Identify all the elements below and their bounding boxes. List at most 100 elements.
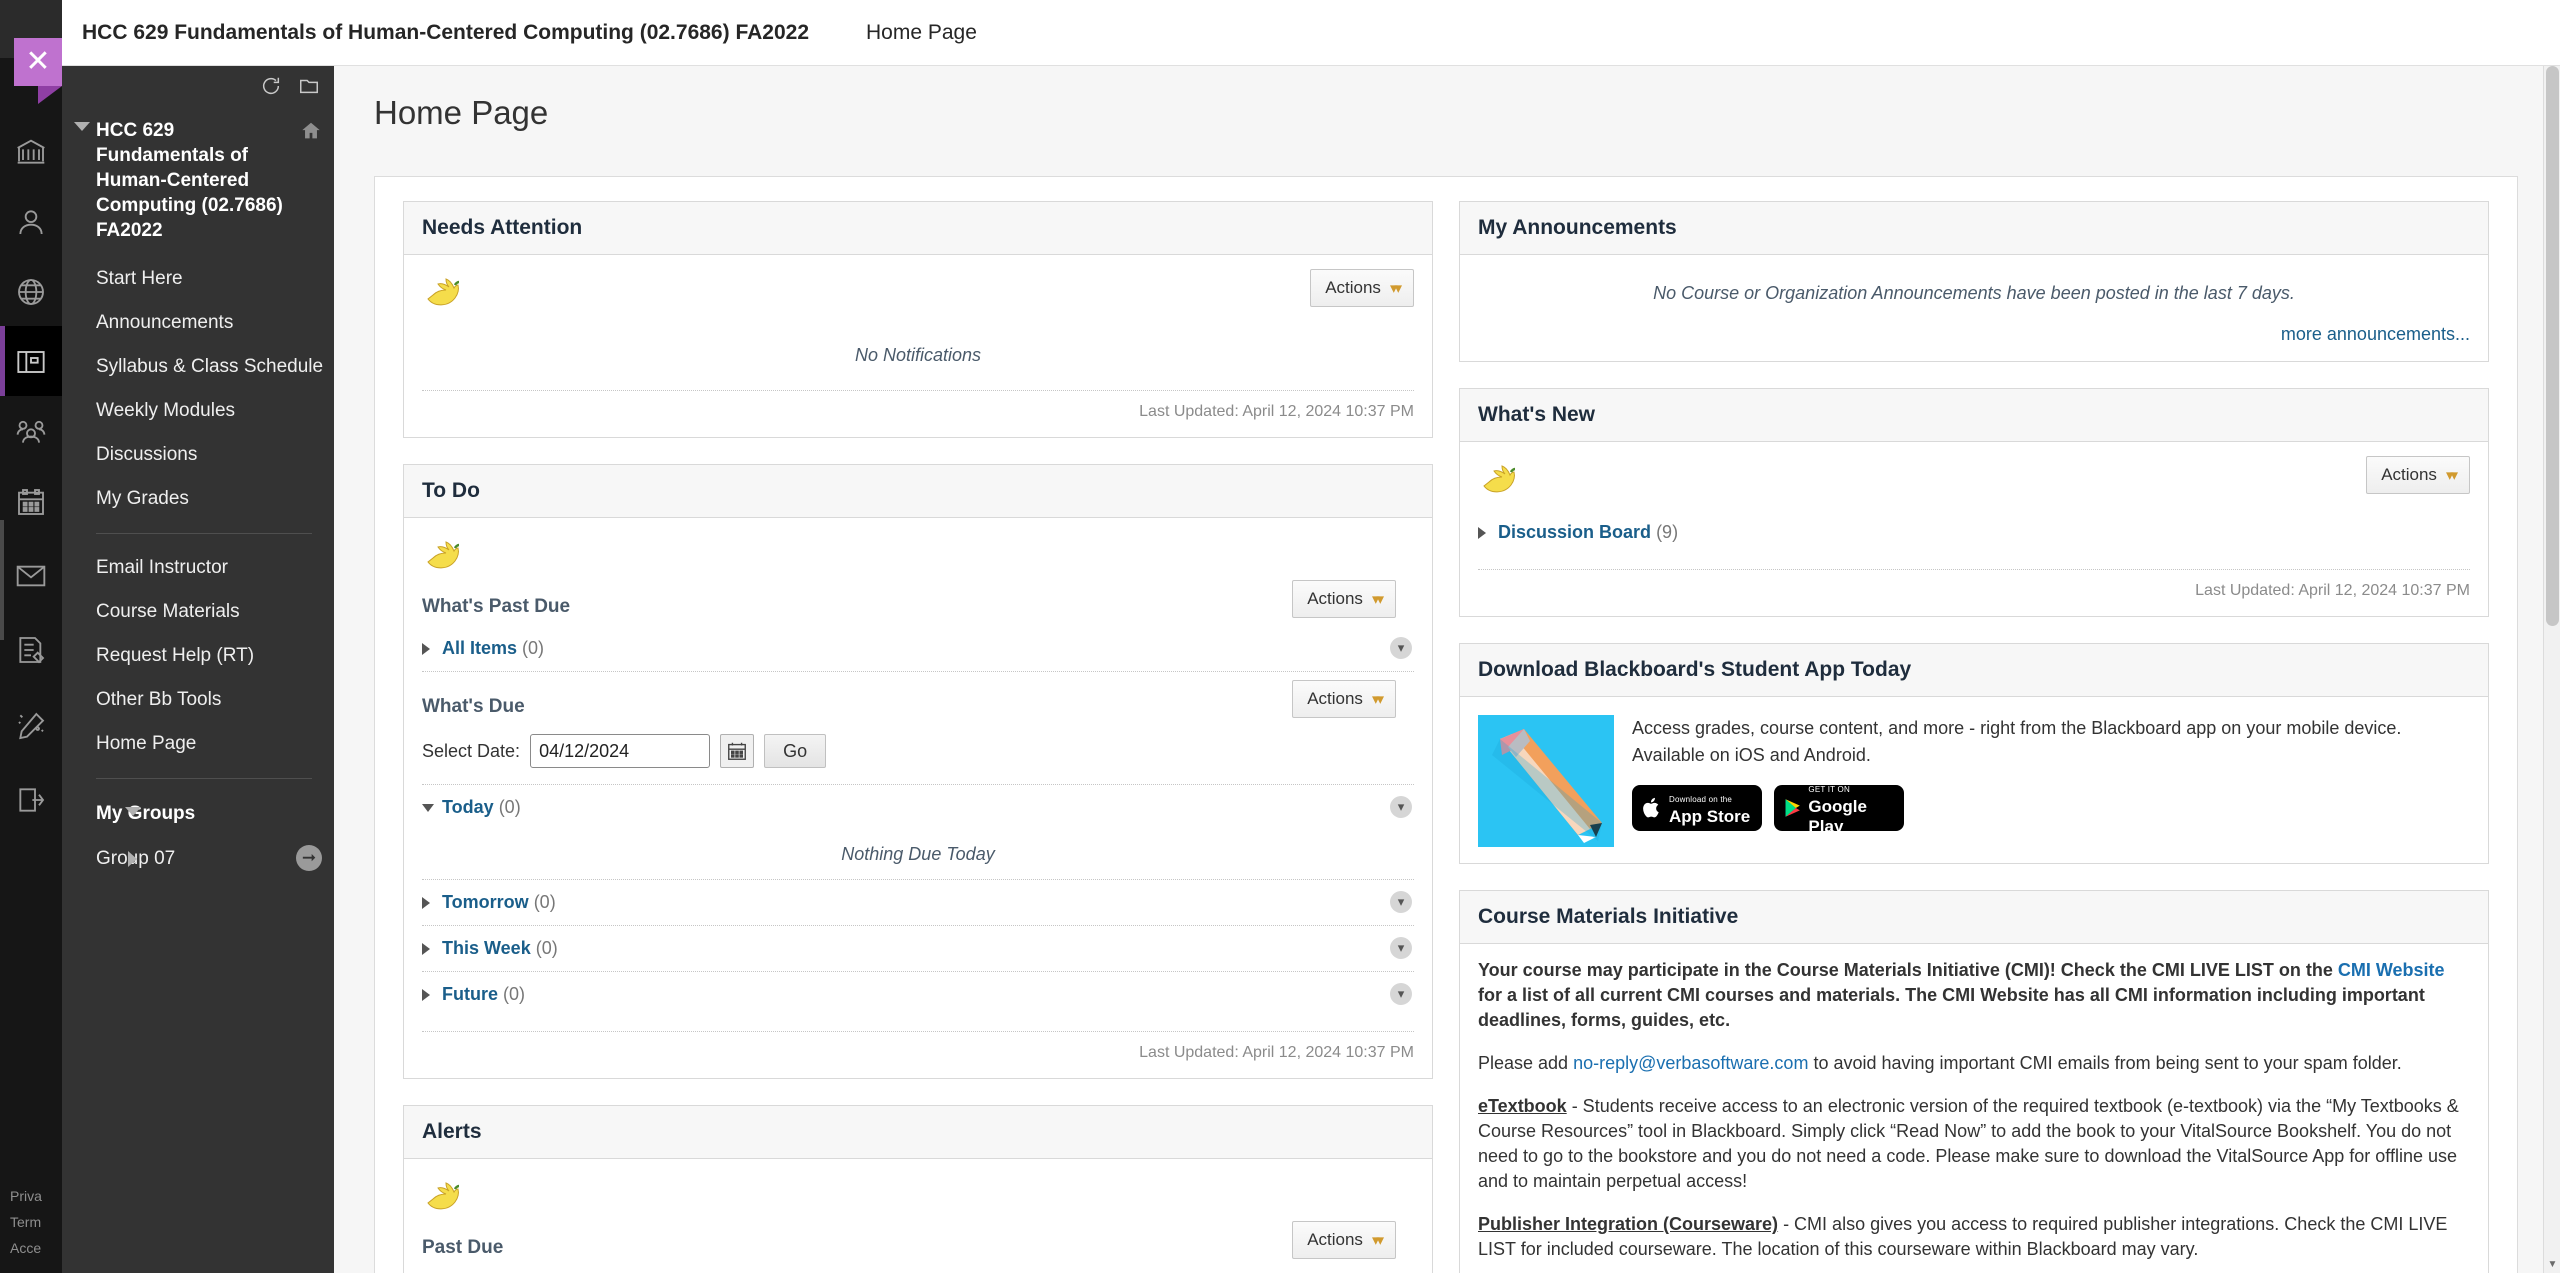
- chevron-right-icon[interactable]: [422, 643, 430, 655]
- collapse-icon[interactable]: ▾: [1390, 637, 1412, 659]
- chevron-down-icon[interactable]: [125, 807, 141, 816]
- group-go-icon[interactable]: ➞: [296, 845, 322, 871]
- banana-loading-icon: [422, 1179, 462, 1213]
- sidebar-item-organizations[interactable]: [0, 396, 62, 466]
- sidebar-item-group-07[interactable]: Group 07: [62, 837, 334, 881]
- chevron-right-icon[interactable]: [128, 851, 137, 867]
- module-needs-attention: Needs Attention Actions ▾▾ No Notificati…: [403, 201, 1433, 438]
- tree-row-tomorrow[interactable]: Tomorrow (0) ▾: [422, 879, 1414, 925]
- sidebar-item-discussions[interactable]: Discussions: [62, 433, 334, 477]
- sidebar-item-tools[interactable]: [0, 690, 62, 760]
- chevron-down-icon[interactable]: [422, 804, 434, 812]
- module-course-materials-initiative: Course Materials Initiative Your course …: [1459, 890, 2489, 1273]
- sidebar-item-grades[interactable]: [0, 614, 62, 684]
- alerts-actions-button[interactable]: Actions ▾▾: [1292, 1221, 1396, 1259]
- menu-divider: [96, 533, 312, 534]
- breadcrumb-course[interactable]: HCC 629 Fundamentals of Human-Centered C…: [82, 21, 809, 45]
- course-menu-toolbar: [62, 66, 334, 110]
- my-groups-header[interactable]: My Groups: [62, 791, 334, 837]
- right-column: My Announcements No Course or Organizati…: [1459, 201, 2489, 1273]
- past-due-actions-button[interactable]: Actions ▾▾: [1292, 580, 1396, 618]
- future-link[interactable]: Future: [442, 984, 498, 1004]
- discussion-board-link[interactable]: Discussion Board: [1498, 522, 1651, 542]
- today-count: (0): [498, 797, 521, 817]
- refresh-icon[interactable]: [260, 75, 282, 102]
- vertical-scrollbar[interactable]: ▲ ▼: [2543, 66, 2560, 1273]
- sidebar-item-syllabus[interactable]: Syllabus & Class Schedule: [62, 345, 334, 389]
- whats-new-actions-button[interactable]: Actions ▾▾: [2366, 456, 2470, 494]
- tree-row-today[interactable]: Today (0) ▾: [422, 784, 1414, 830]
- due-actions-button[interactable]: Actions ▾▾: [1292, 680, 1396, 718]
- actions-label: Actions: [1307, 589, 1363, 608]
- collapse-icon[interactable]: ▾: [1390, 891, 1412, 913]
- module-student-app: Download Blackboard's Student App Today: [1459, 643, 2489, 864]
- cmi-website-link[interactable]: CMI Website: [2338, 960, 2445, 980]
- collapse-icon[interactable]: ▾: [1390, 983, 1412, 1005]
- accessibility-link[interactable]: Acce: [10, 1235, 62, 1261]
- sidebar-item-announcements[interactable]: Announcements: [62, 301, 334, 345]
- sidebar-item-request-help[interactable]: Request Help (RT): [62, 634, 334, 678]
- terms-link[interactable]: Term: [10, 1209, 62, 1235]
- more-announcements-link[interactable]: more announcements...: [1478, 314, 2470, 345]
- sidebar-item-institution[interactable]: [0, 116, 62, 186]
- module-body: Actions ▾▾ What's Past Due All Items (0)…: [404, 518, 1432, 1078]
- google-play-badge[interactable]: GET IT ON Google Play: [1774, 785, 1904, 836]
- sidebar-item-course-materials[interactable]: Course Materials: [62, 590, 334, 634]
- chevron-right-icon[interactable]: [1478, 527, 1486, 539]
- privacy-link[interactable]: Priva: [10, 1183, 62, 1209]
- scrollbar-thumb[interactable]: [2546, 66, 2559, 626]
- go-button[interactable]: Go: [764, 734, 827, 768]
- collapse-icon[interactable]: ▾: [1390, 937, 1412, 959]
- tomorrow-link[interactable]: Tomorrow: [442, 892, 529, 912]
- sidebar-item-my-grades[interactable]: My Grades: [62, 477, 334, 521]
- tree-row-all-items[interactable]: All Items (0) ▾: [422, 626, 1414, 671]
- sidebar-item-signout[interactable]: [0, 764, 62, 834]
- sidebar-item-weekly-modules[interactable]: Weekly Modules: [62, 389, 334, 433]
- all-items-link[interactable]: All Items: [442, 638, 517, 658]
- sidebar-item-home-page[interactable]: Home Page: [62, 722, 334, 766]
- sidebar-item-profile[interactable]: [0, 186, 62, 256]
- actions-button[interactable]: Actions ▾▾: [1310, 269, 1414, 307]
- actions-label: Actions: [2381, 465, 2437, 484]
- banana-loading-icon: [1478, 462, 1518, 496]
- today-link[interactable]: Today: [442, 797, 494, 817]
- verba-email-link[interactable]: no-reply@verbasoftware.com: [1573, 1053, 1808, 1073]
- cmi-paragraph-1: Your course may participate in the Cours…: [1478, 958, 2470, 1033]
- group-row[interactable]: Group 07 ➞: [62, 837, 334, 881]
- course-menu-title-text: HCC 629 Fundamentals of Human-Centered C…: [96, 120, 283, 241]
- chevron-right-icon[interactable]: [422, 943, 430, 955]
- sidebar-item-course-content[interactable]: [0, 326, 62, 396]
- tomorrow-count: (0): [533, 892, 556, 912]
- cmi-paragraph-etextbook: eTextbook - Students receive access to a…: [1478, 1094, 2470, 1194]
- calendar-picker-icon[interactable]: [720, 734, 755, 768]
- sidebar-item-other-bb-tools[interactable]: Other Bb Tools: [62, 678, 334, 722]
- chevron-down-icon[interactable]: [74, 122, 90, 131]
- scroll-down-icon[interactable]: ▼: [2544, 1256, 2560, 1273]
- tree-row-future[interactable]: Future (0) ▾: [422, 971, 1414, 1017]
- sidebar-item-courses[interactable]: [0, 256, 62, 326]
- collapse-icon[interactable]: ▾: [1390, 796, 1412, 818]
- sidebar-item-email-instructor[interactable]: Email Instructor: [62, 546, 334, 590]
- no-notifications-text: No Notifications: [422, 1267, 1414, 1273]
- tree-row-discussion-board[interactable]: Discussion Board (9): [1478, 510, 2470, 555]
- chevron-right-icon[interactable]: [422, 897, 430, 909]
- sidebar-item-messages[interactable]: [0, 540, 62, 610]
- tree-row-this-week[interactable]: This Week (0) ▾: [422, 925, 1414, 971]
- chevron-right-icon[interactable]: [422, 989, 430, 1001]
- this-week-link[interactable]: This Week: [442, 938, 531, 958]
- module-title: My Announcements: [1460, 202, 2488, 255]
- module-alerts: Alerts Actions ▾▾ Past Due: [403, 1105, 1433, 1273]
- rail-footer-links: Priva Term Acce: [0, 1183, 62, 1261]
- folder-icon[interactable]: [298, 75, 320, 102]
- home-icon[interactable]: [300, 120, 322, 149]
- breadcrumb-page[interactable]: Home Page: [866, 21, 977, 45]
- last-updated: Last Updated: April 12, 2024 10:37 PM: [1139, 403, 1414, 420]
- date-input[interactable]: [530, 734, 711, 768]
- sidebar-item-start-here[interactable]: Start Here: [62, 257, 334, 301]
- course-menu-title[interactable]: HCC 629 Fundamentals of Human-Centered C…: [62, 110, 334, 257]
- cmi-p1-a: Your course may participate in the Cours…: [1478, 960, 2338, 980]
- google-play-top: GET IT ON: [1808, 785, 1850, 794]
- sidebar-item-calendar[interactable]: [0, 466, 62, 536]
- close-icon[interactable]: ✕: [14, 38, 62, 86]
- app-store-badge[interactable]: Download on the App Store: [1632, 785, 1762, 831]
